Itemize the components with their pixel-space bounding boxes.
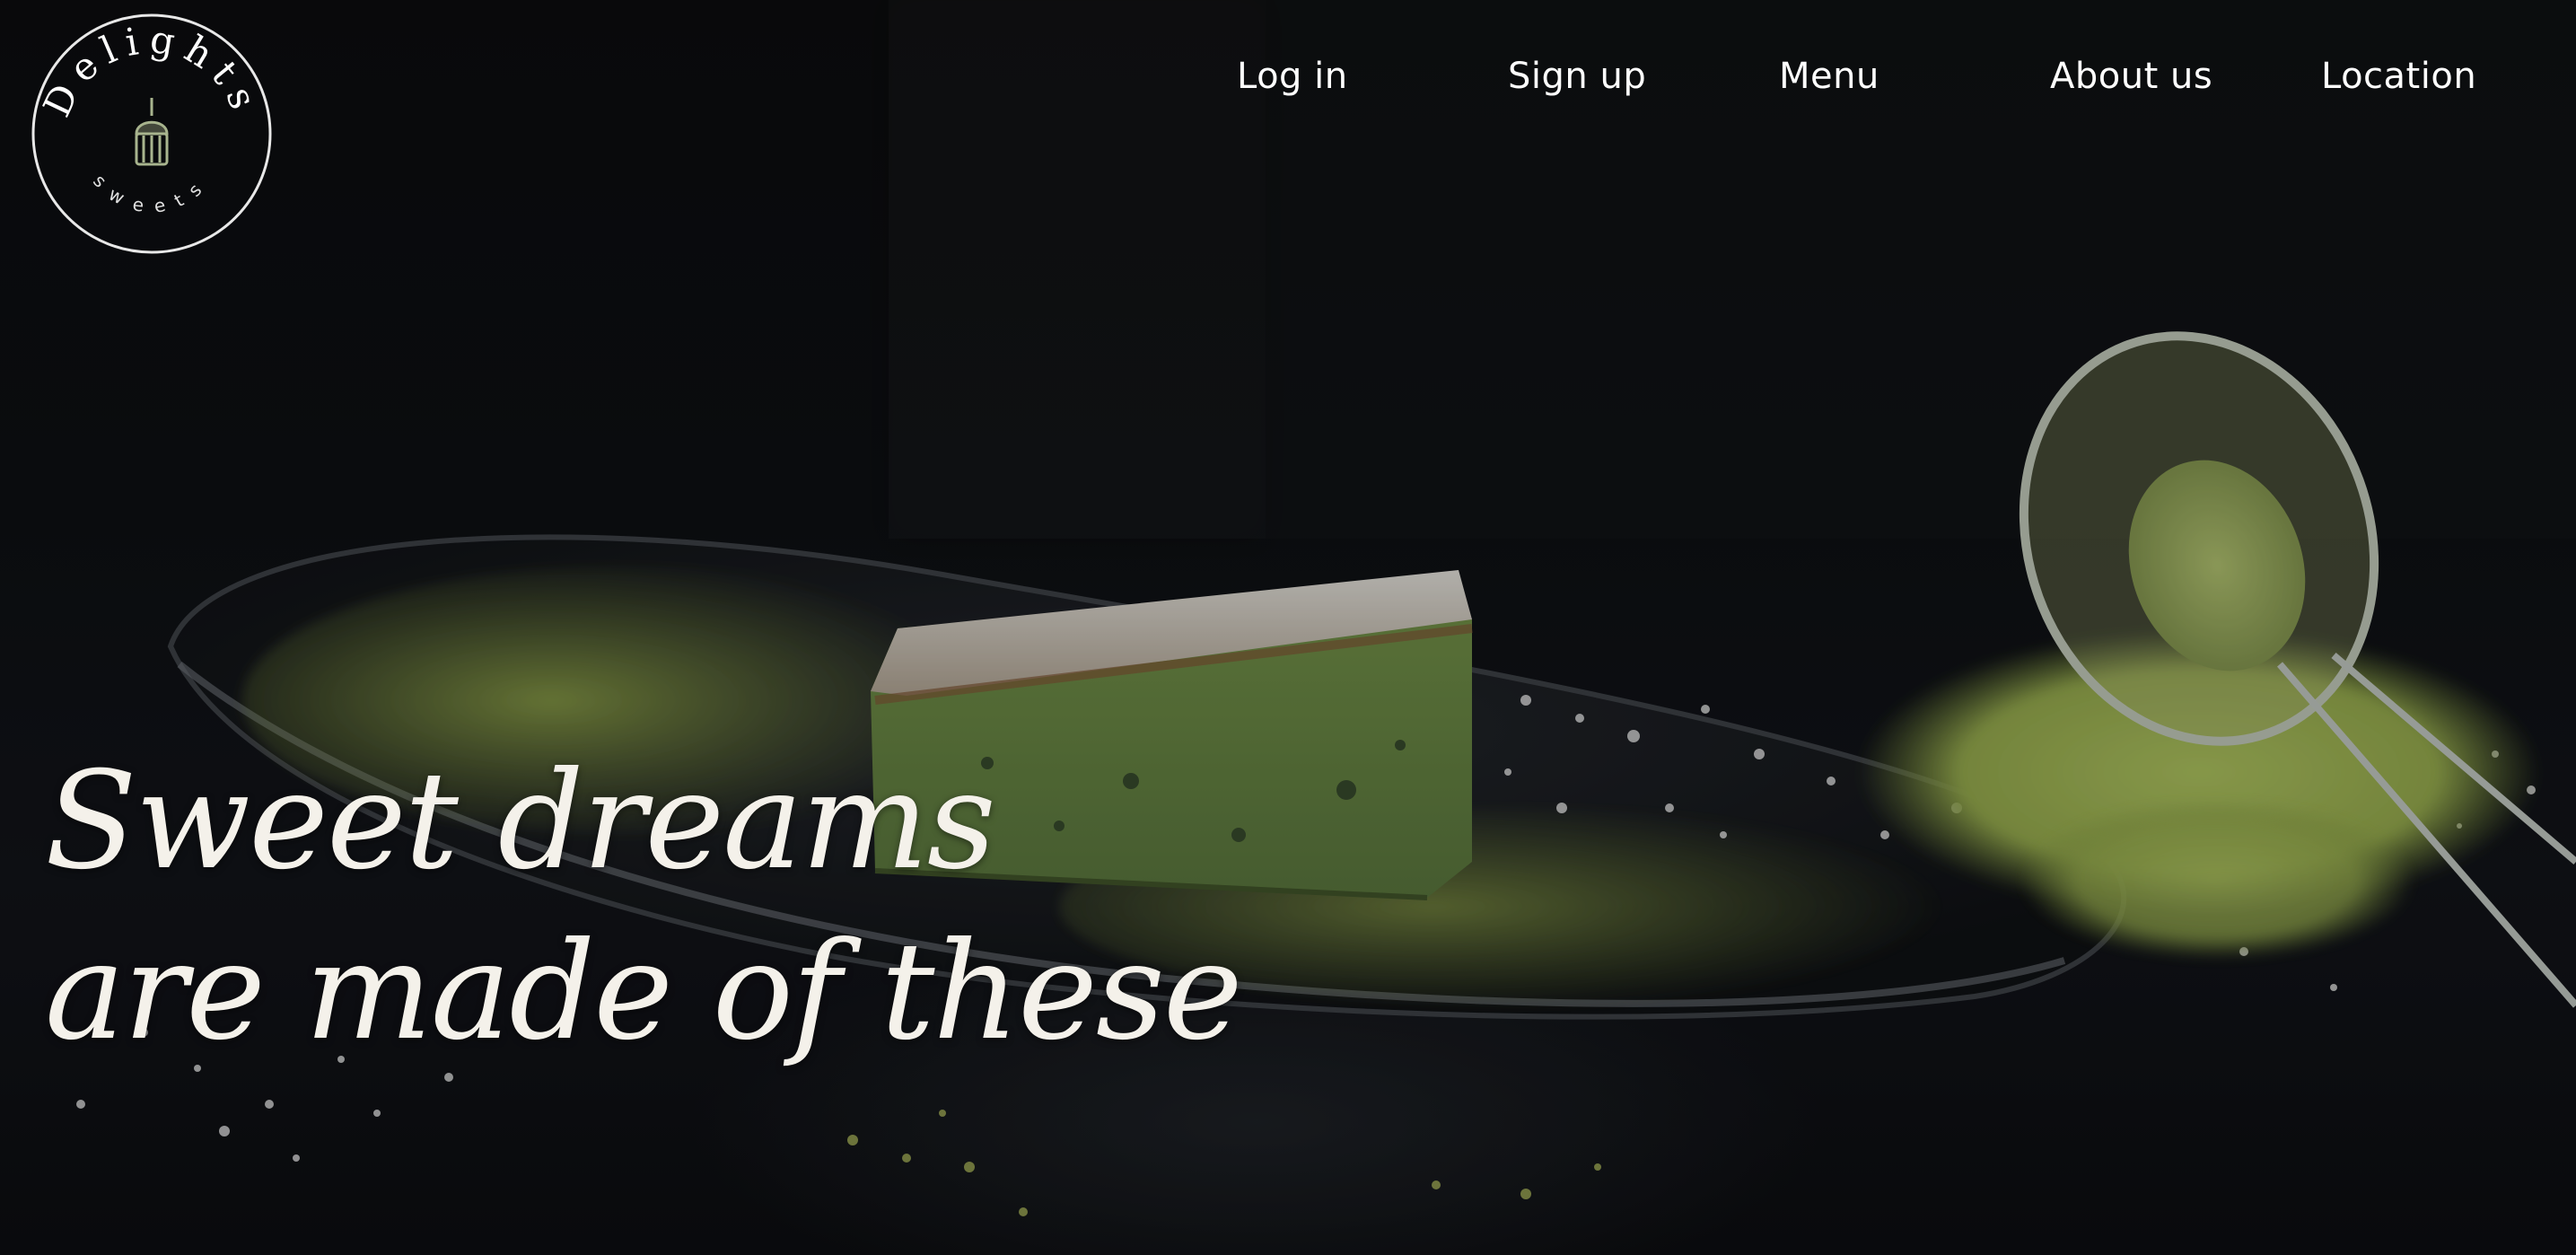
hero-tagline: Sweet dreams are made of these (45, 736, 1243, 1077)
cupcake-icon (135, 98, 169, 166)
main-navigation: Log in Sign up Menu About us Location (0, 49, 2576, 103)
nav-menu-link[interactable]: Menu (1779, 49, 1879, 103)
nav-signup-link[interactable]: Sign up (1508, 49, 1646, 103)
landing-page: Delights sweets Log in Sign up Menu Abou… (0, 0, 2576, 1255)
nav-login-link[interactable]: Log in (1237, 49, 1348, 103)
nav-about-us-link[interactable]: About us (2050, 49, 2212, 103)
nav-location-link[interactable]: Location (2321, 49, 2476, 103)
hero-tagline-line-2: are made of these (45, 914, 1243, 1070)
hero-tagline-line-1: Sweet dreams (45, 743, 996, 900)
logo-subtitle: sweets (89, 170, 215, 217)
